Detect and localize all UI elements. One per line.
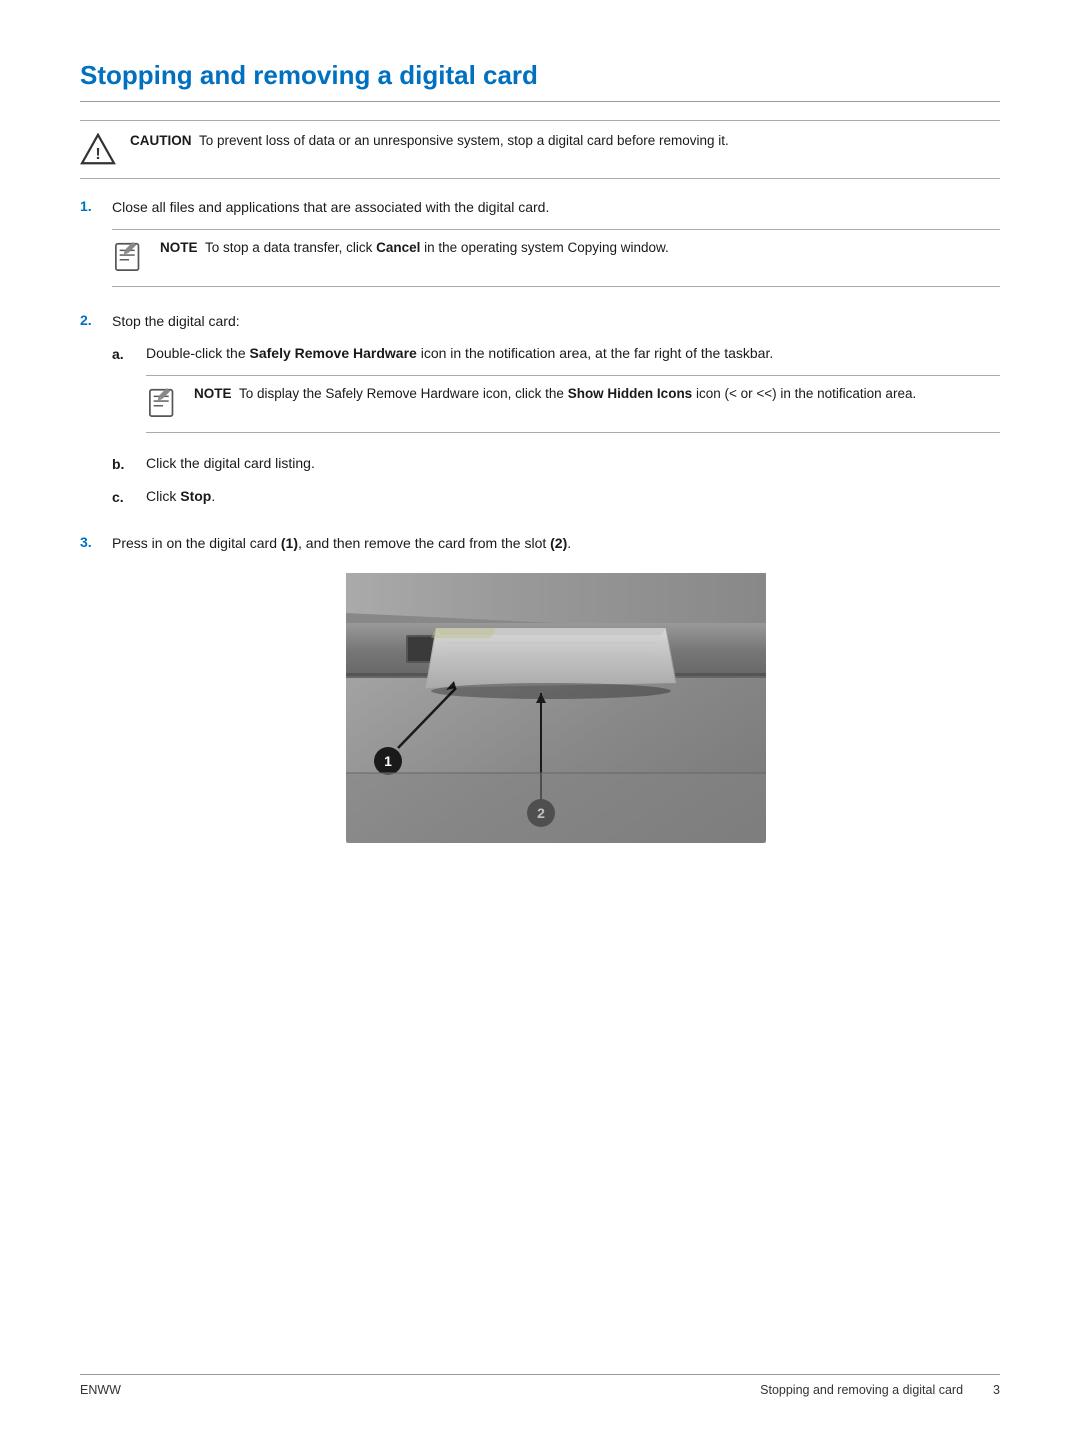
caution-text: CAUTION To prevent loss of data or an un… bbox=[130, 131, 729, 151]
footer-right: Stopping and removing a digital card 3 bbox=[760, 1383, 1000, 1397]
step-3: 3. Press in on the digital card (1), and… bbox=[80, 533, 1000, 843]
svg-text:1: 1 bbox=[384, 753, 392, 769]
step-1-note-body: To stop a data transfer, click Cancel in… bbox=[205, 240, 669, 255]
footer-enww: ENWW bbox=[80, 1383, 121, 1397]
step-3-content: Press in on the digital card (1), and th… bbox=[112, 533, 1000, 843]
step-1-num: 1. bbox=[80, 197, 100, 214]
footer-page-num: 3 bbox=[993, 1383, 1000, 1397]
step-2: 2. Stop the digital card: a. Double-clic… bbox=[80, 311, 1000, 518]
substep-a-note: NOTE To display the Safely Remove Hardwa… bbox=[146, 375, 1000, 434]
substep-c-content: Click Stop. bbox=[146, 486, 1000, 508]
substep-a-label: a. bbox=[112, 343, 132, 366]
step-3-text: Press in on the digital card (1), and th… bbox=[112, 535, 571, 551]
substep-a: a. Double-click the Safely Remove Hardwa… bbox=[112, 343, 1000, 443]
substep-b-text: Click the digital card listing. bbox=[146, 455, 315, 471]
step-2-substeps: a. Double-click the Safely Remove Hardwa… bbox=[112, 343, 1000, 509]
substep-b: b. Click the digital card listing. bbox=[112, 453, 1000, 476]
substep-a-text: Double-click the Safely Remove Hardware … bbox=[146, 345, 773, 361]
substep-a-note-body: To display the Safely Remove Hardware ic… bbox=[239, 386, 916, 401]
step-2-num: 2. bbox=[80, 311, 100, 328]
title-divider bbox=[80, 101, 1000, 102]
step-2-content: Stop the digital card: a. Double-click t… bbox=[112, 311, 1000, 518]
svg-text:!: ! bbox=[95, 146, 100, 163]
step-3-num: 3. bbox=[80, 533, 100, 550]
footer-title: Stopping and removing a digital card bbox=[760, 1383, 963, 1397]
step-1: 1. Close all files and applications that… bbox=[80, 197, 1000, 297]
step-1-note-label: NOTE bbox=[160, 240, 198, 255]
step-1-note-text: NOTE To stop a data transfer, click Canc… bbox=[160, 238, 669, 258]
note-icon-1 bbox=[112, 240, 148, 279]
card-image-wrapper: 1 2 bbox=[346, 573, 766, 843]
card-image-container: 1 2 bbox=[112, 573, 1000, 843]
substep-a-note-text: NOTE To display the Safely Remove Hardwa… bbox=[194, 384, 916, 404]
substep-c: c. Click Stop. bbox=[112, 486, 1000, 509]
caution-box: ! CAUTION To prevent loss of data or an … bbox=[80, 120, 1000, 179]
caution-triangle-icon: ! bbox=[80, 133, 116, 168]
step-1-text: Close all files and applications that ar… bbox=[112, 199, 549, 215]
substep-b-label: b. bbox=[112, 453, 132, 476]
step-1-content: Close all files and applications that ar… bbox=[112, 197, 1000, 297]
caution-label: CAUTION bbox=[130, 133, 192, 148]
substep-c-label: c. bbox=[112, 486, 132, 509]
card-illustration: 1 2 bbox=[346, 573, 766, 843]
substep-a-note-label: NOTE bbox=[194, 386, 232, 401]
step-2-text: Stop the digital card: bbox=[112, 313, 240, 329]
substep-c-text: Click Stop. bbox=[146, 488, 215, 504]
page-title: Stopping and removing a digital card bbox=[80, 60, 1000, 91]
note-icon-2 bbox=[146, 386, 182, 425]
step-1-note: NOTE To stop a data transfer, click Canc… bbox=[112, 229, 1000, 288]
page-footer: ENWW Stopping and removing a digital car… bbox=[80, 1374, 1000, 1397]
substep-b-content: Click the digital card listing. bbox=[146, 453, 1000, 475]
caution-body: To prevent loss of data or an unresponsi… bbox=[199, 133, 729, 148]
substep-a-content: Double-click the Safely Remove Hardware … bbox=[146, 343, 1000, 443]
